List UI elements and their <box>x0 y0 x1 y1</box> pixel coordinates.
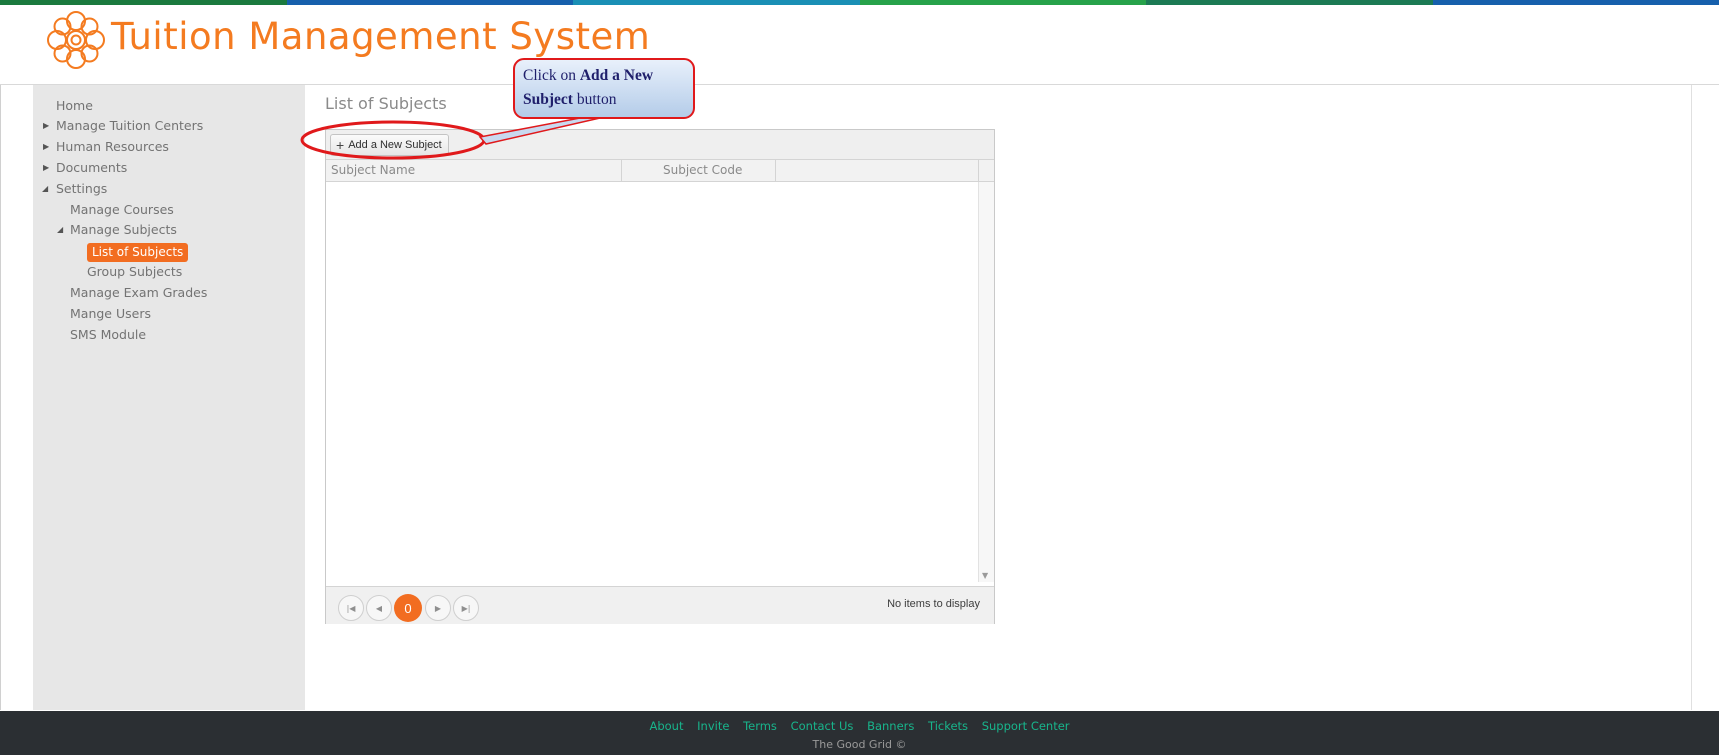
caret-right-icon[interactable]: ▶ <box>43 163 49 172</box>
caret-right-icon[interactable]: ▶ <box>43 121 49 130</box>
column-divider <box>978 160 979 181</box>
sidebar: Home ▶ Manage Tuition Centers ▶ Human Re… <box>33 85 305 710</box>
footer-link-tickets[interactable]: Tickets <box>928 719 968 733</box>
first-page-icon[interactable]: |◀ <box>338 595 364 621</box>
footer-link-banners[interactable]: Banners <box>867 719 914 733</box>
callout-text-pre: Click on <box>523 67 580 84</box>
column-divider <box>621 160 622 181</box>
sidebar-item-manage-courses[interactable]: Manage Courses <box>70 202 174 217</box>
right-border <box>1691 85 1692 710</box>
caret-down-icon[interactable]: ◢ <box>57 225 63 234</box>
sidebar-item-home[interactable]: Home <box>56 98 93 113</box>
caret-down-icon[interactable]: ◢ <box>42 184 48 193</box>
footer-link-about[interactable]: About <box>649 719 683 733</box>
current-page-indicator[interactable]: 0 <box>394 594 422 622</box>
grid-pager: |◀ ◀ 0 ▶ ▶| No items to display <box>326 586 994 624</box>
sidebar-item-manage-subjects[interactable]: Manage Subjects <box>70 222 177 237</box>
copyright: The Good Grid © <box>812 738 907 751</box>
left-border <box>0 85 1 710</box>
footer-link-terms[interactable]: Terms <box>743 719 777 733</box>
sidebar-item-list-of-subjects[interactable]: List of Subjects <box>87 243 189 262</box>
instruction-callout: Click on Add a New Subject button <box>513 58 695 119</box>
sidebar-item-documents[interactable]: Documents <box>56 160 127 175</box>
column-divider <box>775 160 776 181</box>
previous-page-icon[interactable]: ◀ <box>366 595 392 621</box>
callout-text-post: button <box>572 91 617 108</box>
vertical-scrollbar[interactable]: ▼ <box>978 182 994 582</box>
footer-link-invite[interactable]: Invite <box>697 719 729 733</box>
footer-links: About Invite Terms Contact Us Banners Ti… <box>0 719 1719 733</box>
highlight-ellipse <box>300 117 601 160</box>
scroll-down-icon[interactable]: ▼ <box>982 571 988 580</box>
footer: About Invite Terms Contact Us Banners Ti… <box>0 711 1719 755</box>
app-title: Tuition Management System <box>111 15 651 58</box>
sidebar-item-manage-tuition-centers[interactable]: Manage Tuition Centers <box>56 118 203 133</box>
last-page-icon[interactable]: ▶| <box>453 595 479 621</box>
sidebar-item-human-resources[interactable]: Human Resources <box>56 139 169 154</box>
caret-right-icon[interactable]: ▶ <box>43 142 49 151</box>
header: Tuition Management System <box>0 5 1719 85</box>
sidebar-item-group-subjects[interactable]: Group Subjects <box>87 264 182 279</box>
gear-flower-logo-icon <box>47 11 105 69</box>
column-header-subject-code[interactable]: Subject Code <box>663 160 742 181</box>
next-page-icon[interactable]: ▶ <box>425 595 451 621</box>
footer-link-contact-us[interactable]: Contact Us <box>791 719 854 733</box>
subjects-grid: + Add a New Subject Subject Name Subject… <box>325 129 995 624</box>
grid-body <box>326 182 978 582</box>
footer-link-support-center[interactable]: Support Center <box>982 719 1070 733</box>
pager-info: No items to display <box>887 598 980 610</box>
sidebar-item-settings[interactable]: Settings <box>56 181 107 196</box>
sidebar-item-sms-module[interactable]: SMS Module <box>70 327 146 342</box>
sidebar-item-manage-exam-grades[interactable]: Manage Exam Grades <box>70 285 207 300</box>
sidebar-item-manage-users[interactable]: Mange Users <box>70 306 151 321</box>
